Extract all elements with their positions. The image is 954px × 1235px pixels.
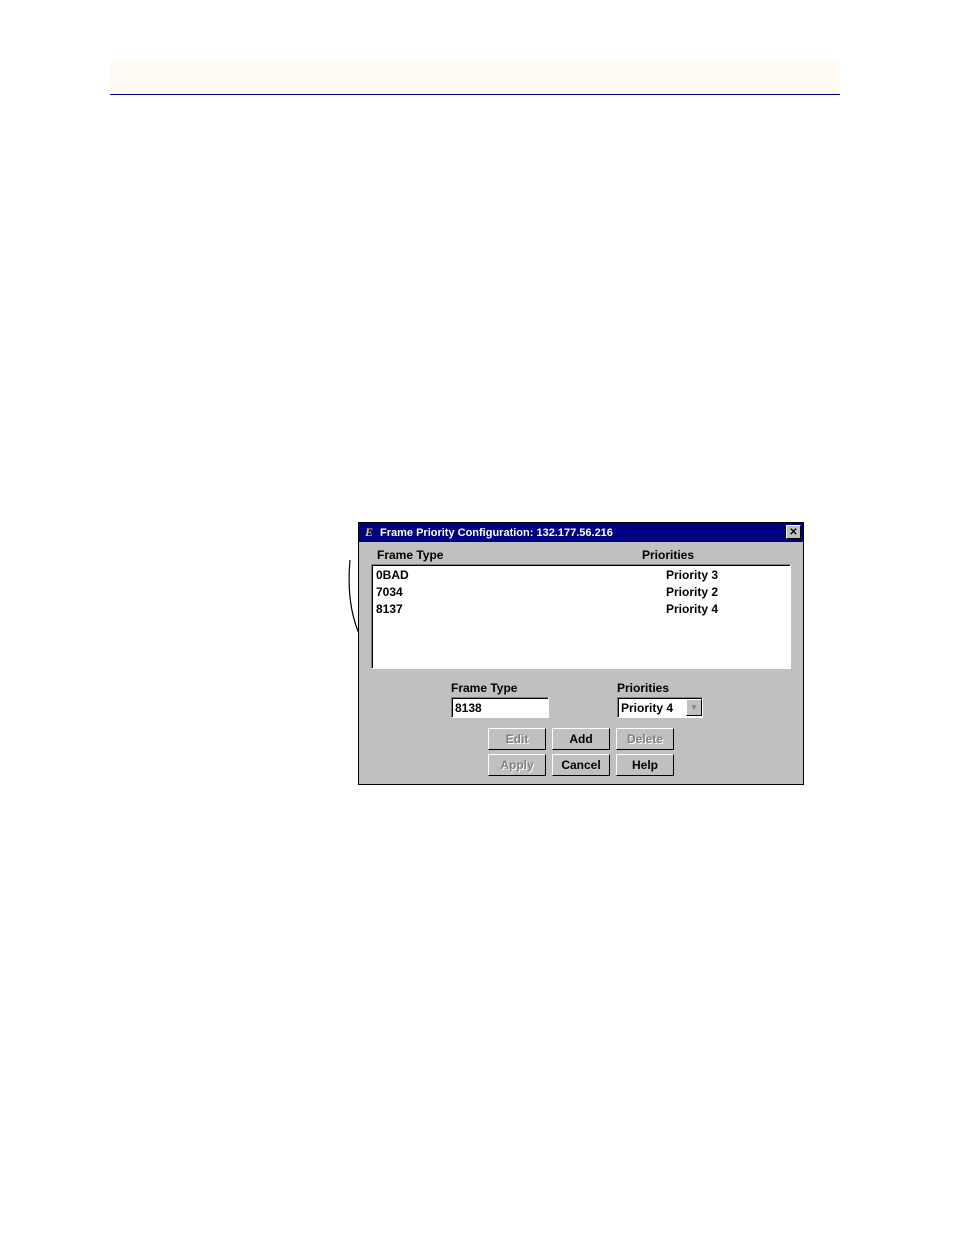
button-row-1: Edit Add Delete [371,728,791,750]
frame-type-group: Frame Type [451,681,549,718]
frame-priority-dialog: E Frame Priority Configuration: 132.177.… [358,522,804,785]
add-button[interactable]: Add [552,728,610,750]
header-frame-type: Frame Type [377,548,642,562]
frame-type-label: Frame Type [451,681,549,695]
list-cell-type: 8137 [376,601,666,618]
list-column-headers: Frame Type Priorities [371,548,791,562]
dialog-title: Frame Priority Configuration: 132.177.56… [380,527,613,539]
list-cell-type: 7034 [376,584,666,601]
edit-button[interactable]: Edit [488,728,546,750]
close-icon: ✕ [789,527,797,538]
dialog-content: Frame Type Priorities 0BAD Priority 3 70… [359,542,803,784]
priorities-value: Priority 4 [618,701,686,715]
frame-priority-list[interactable]: 0BAD Priority 3 7034 Priority 2 8137 Pri… [371,564,791,669]
frame-type-input[interactable] [451,697,549,718]
list-cell-priority: Priority 3 [666,567,786,584]
priorities-dropdown[interactable]: Priority 4 ▼ [617,697,703,718]
list-cell-type: 0BAD [376,567,666,584]
page-header-band [110,60,840,95]
chevron-down-icon: ▼ [686,699,702,716]
list-cell-priority: Priority 2 [666,584,786,601]
list-item[interactable]: 7034 Priority 2 [376,584,786,601]
input-row: Frame Type Priorities Priority 4 ▼ [371,681,791,718]
priorities-group: Priorities Priority 4 ▼ [617,681,703,718]
cancel-button[interactable]: Cancel [552,754,610,776]
close-button[interactable]: ✕ [786,525,801,539]
delete-button[interactable]: Delete [616,728,674,750]
list-item[interactable]: 8137 Priority 4 [376,601,786,618]
list-cell-priority: Priority 4 [666,601,786,618]
button-row-2: Apply Cancel Help [371,754,791,776]
dialog-titlebar: E Frame Priority Configuration: 132.177.… [359,523,803,542]
priorities-label: Priorities [617,681,703,695]
help-button[interactable]: Help [616,754,674,776]
app-icon: E [361,525,377,541]
apply-button[interactable]: Apply [488,754,546,776]
header-priorities: Priorities [642,548,785,562]
list-item[interactable]: 0BAD Priority 3 [376,567,786,584]
